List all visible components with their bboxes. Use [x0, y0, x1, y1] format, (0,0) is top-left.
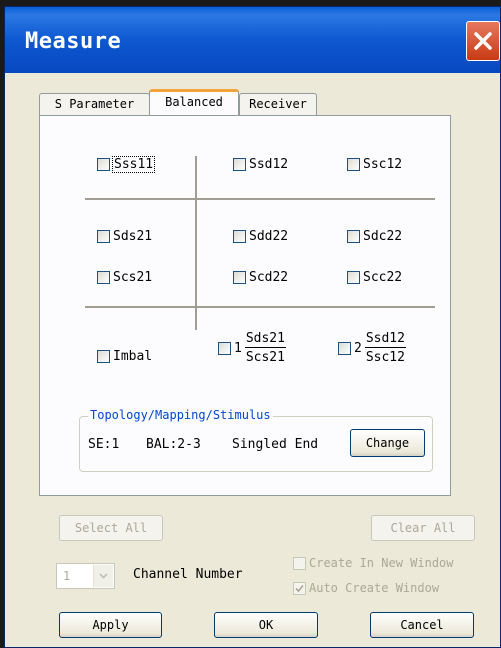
channel-number-select[interactable]: 1 [56, 563, 115, 589]
dialog-title: Measure [25, 29, 122, 54]
tab-s-parameter[interactable]: S Parameter [39, 93, 150, 115]
apply-button[interactable]: Apply [59, 612, 162, 638]
topology-bal: BAL:2-3 [146, 437, 201, 452]
cancel-button[interactable]: Cancel [370, 612, 474, 638]
dialog-body: S Parameter Balanced Receiver Sss11 Ssd1… [5, 73, 500, 647]
checkbox-label: Ssc12 [363, 157, 403, 172]
checkbox-scc22[interactable]: Scc22 [347, 270, 402, 285]
grid-divider-top [85, 198, 435, 200]
checkbox-imbal-ratio-1[interactable]: 1 Sds21 Scs21 [218, 331, 286, 365]
checkbox-box[interactable] [97, 158, 110, 171]
check-icon [295, 584, 304, 592]
auto-create-window-checkbox[interactable]: Auto Create Window [293, 581, 439, 595]
ratio-numerator: Sds21 [244, 331, 286, 348]
checkbox-sdd22[interactable]: Sdd22 [233, 229, 288, 244]
channel-number-value: 1 [63, 569, 71, 583]
checkbox-ssd12[interactable]: Ssd12 [233, 157, 288, 172]
checkbox-scd22[interactable]: Scd22 [233, 270, 288, 285]
ratio-numerator: Ssd12 [364, 331, 406, 348]
create-in-new-window-checkbox[interactable]: Create In New Window [293, 556, 454, 570]
checkbox-sds21[interactable]: Sds21 [97, 229, 152, 244]
checkbox-ssc12[interactable]: Ssc12 [347, 157, 402, 172]
ratio-prefix: 2 [354, 340, 362, 356]
checkbox-sss11[interactable]: Sss11 [97, 156, 156, 173]
topology-mode: Singled End [232, 437, 319, 452]
checkbox-box[interactable] [218, 341, 231, 355]
checkbox-label: Sds21 [113, 229, 153, 244]
checkbox-label: Create In New Window [309, 556, 454, 570]
channel-number-label: Channel Number [133, 567, 243, 582]
checkbox-box[interactable] [347, 230, 360, 243]
checkbox-label: Sss11 [111, 156, 156, 173]
checkbox-label: Scs21 [113, 270, 153, 285]
clear-all-button[interactable]: Clear All [371, 515, 475, 541]
checkbox-box[interactable] [347, 271, 360, 284]
ratio-fraction: Ssd12 Ssc12 [364, 331, 406, 365]
ratio-denominator: Ssc12 [365, 350, 405, 365]
checkbox-box[interactable] [293, 556, 306, 570]
select-all-button[interactable]: Select All [59, 515, 163, 541]
topology-se: SE:1 [88, 437, 120, 452]
checkbox-label: Sdc22 [363, 229, 403, 244]
checkbox-imbal-ratio-2[interactable]: 2 Ssd12 Ssc12 [338, 331, 406, 365]
checkbox-scs21[interactable]: Scs21 [97, 270, 152, 285]
checkbox-box[interactable] [233, 271, 246, 284]
close-button[interactable] [466, 21, 500, 61]
checkbox-label: Ssd12 [249, 157, 289, 172]
checkbox-box[interactable] [347, 158, 360, 171]
change-button[interactable]: Change [350, 429, 425, 457]
checkbox-sdc22[interactable]: Sdc22 [347, 229, 402, 244]
checkbox-box[interactable] [97, 230, 110, 243]
tab-balanced[interactable]: Balanced [149, 89, 239, 115]
checkbox-box[interactable] [293, 581, 306, 595]
title-bar[interactable]: Measure [5, 7, 500, 73]
topology-legend: Topology/Mapping/Stimulus [88, 408, 273, 422]
grid-divider-vertical [195, 156, 197, 330]
checkbox-box[interactable] [233, 158, 246, 171]
close-icon [474, 32, 492, 50]
checkbox-label: Sdd22 [249, 229, 289, 244]
checkbox-box[interactable] [97, 350, 110, 363]
checkbox-label: Scd22 [249, 270, 289, 285]
checkbox-box[interactable] [233, 230, 246, 243]
ratio-prefix: 1 [234, 340, 242, 356]
ratio-fraction: Sds21 Scs21 [244, 331, 286, 365]
checkbox-imbal[interactable]: Imbal [97, 349, 152, 364]
grid-divider-bottom [85, 306, 435, 308]
topology-group: Topology/Mapping/Stimulus SE:1 BAL:2-3 S… [79, 408, 433, 472]
measure-dialog: Measure S Parameter Balanced Receiver Ss… [4, 6, 501, 648]
checkbox-label: Scc22 [363, 270, 403, 285]
checkbox-label: Auto Create Window [309, 581, 440, 595]
tab-receiver[interactable]: Receiver [239, 93, 317, 115]
checkbox-box[interactable] [97, 271, 110, 284]
ok-button[interactable]: OK [214, 612, 318, 638]
checkbox-box[interactable] [338, 341, 351, 355]
checkbox-label: Imbal [113, 349, 153, 364]
chevron-down-icon[interactable] [93, 565, 113, 587]
ratio-denominator: Scs21 [245, 350, 285, 365]
